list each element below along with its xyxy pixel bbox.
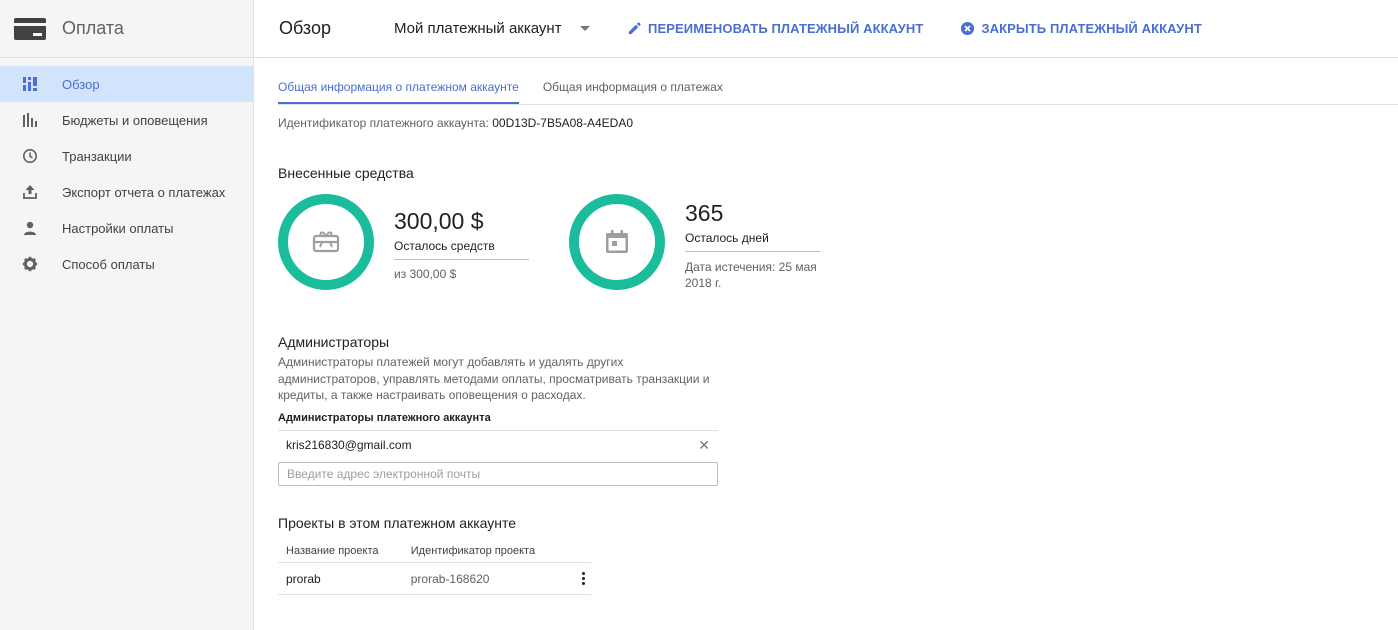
admin-email-row: kris216830@gmail.com ✕: [278, 429, 718, 460]
admin-email: kris216830@gmail.com: [286, 438, 412, 452]
column-header-actions: [567, 540, 591, 563]
column-header-project-name: Название проекта: [278, 540, 403, 563]
admins-title: Администраторы: [278, 334, 390, 350]
upload-icon: [22, 184, 38, 200]
top-bar: Обзор Мой платежный аккаунт ПЕРЕИМЕНОВАТ…: [254, 0, 1398, 58]
sidebar-item-export[interactable]: Экспорт отчета о платежах: [0, 174, 253, 210]
sidebar-item-label: Настройки оплаты: [62, 220, 174, 236]
credit-total: из 300,00 $: [394, 267, 457, 281]
app-title: Оплата: [62, 18, 124, 38]
sidebar-item-overview[interactable]: Обзор: [0, 66, 253, 102]
budget-chart-icon: [22, 112, 38, 128]
project-id: prorab-168620: [402, 562, 567, 595]
tab-payments-overview[interactable]: Общая информация о платежах: [543, 80, 723, 104]
page-title: Обзор: [279, 18, 331, 38]
account-select[interactable]: Мой платежный аккаунт: [394, 20, 627, 37]
credit-ring: [278, 194, 374, 290]
gift-card-icon: [312, 231, 340, 253]
sidebar-header: Оплата: [0, 0, 253, 58]
projects-table: Название проекта Идентификатор проекта p…: [278, 540, 591, 595]
person-icon: [22, 220, 38, 236]
table-header-row: Название проекта Идентификатор проекта: [278, 540, 591, 563]
expiry-date: Дата истечения: 25 мая 2018 г.: [685, 260, 817, 290]
account-select-value: Мой платежный аккаунт: [394, 20, 562, 37]
close-account-button[interactable]: ЗАКРЫТЬ ПЛАТЕЖНЫЙ АККАУНТ: [960, 21, 1202, 36]
tab-account-overview[interactable]: Общая информация о платежном аккаунте: [278, 80, 519, 104]
remove-admin-icon[interactable]: ✕: [698, 437, 710, 454]
admins-subtitle: Администраторы платежного аккаунта: [278, 411, 491, 424]
account-id-value: 00D13D-7B5A08-A4EDA0: [492, 116, 633, 130]
column-header-project-id: Идентификатор проекта: [402, 540, 567, 563]
add-admin-email-input[interactable]: [278, 461, 718, 486]
funds-row: 300,00 $ Осталось средств из 300,00 $ 36…: [278, 194, 1398, 291]
projects-title: Проекты в этом платежном аккаунте: [278, 514, 517, 531]
sidebar-item-label: Транзакции: [62, 148, 132, 164]
sidebar: Оплата Обзор Бюджеты и оповещения Транза…: [0, 0, 254, 630]
project-name: prorab: [278, 562, 403, 595]
days-value: 365: [685, 200, 724, 226]
credit-value: 300,00 $: [394, 208, 484, 234]
sidebar-item-label: Экспорт отчета о платежах: [62, 184, 226, 200]
dashboard-icon: [22, 76, 38, 92]
sidebar-item-transactions[interactable]: Транзакции: [0, 138, 253, 174]
account-id-row: Идентификатор платежного аккаунта: 00D13…: [278, 116, 1398, 130]
days-stat: 365 Осталось дней Дата истечения: 25 мая…: [685, 194, 820, 291]
days-ring: [569, 194, 665, 290]
credit-label: Осталось средств: [394, 239, 529, 260]
close-account-label: ЗАКРЫТЬ ПЛАТЕЖНЫЙ АККАУНТ: [981, 21, 1202, 36]
caret-down-icon: [579, 26, 590, 31]
sidebar-item-label: Обзор: [62, 76, 100, 92]
sidebar-item-label: Бюджеты и оповещения: [62, 112, 208, 128]
billing-card-icon: [14, 17, 46, 40]
clock-icon: [22, 148, 38, 164]
funds-title: Внесенные средства: [278, 165, 414, 181]
pencil-icon: [628, 22, 641, 35]
rename-account-label: ПЕРЕИМЕНОВАТЬ ПЛАТЕЖНЫЙ АККАУНТ: [648, 21, 924, 36]
sidebar-item-payment-settings[interactable]: Настройки оплаты: [0, 210, 253, 246]
admins-description: Администраторы платежей могут добавлять …: [278, 355, 710, 402]
sidebar-item-payment-method[interactable]: Способ оплаты: [0, 246, 253, 282]
days-label: Осталось дней: [685, 231, 820, 252]
rename-account-button[interactable]: ПЕРЕИМЕНОВАТЬ ПЛАТЕЖНЫЙ АККАУНТ: [627, 21, 923, 36]
calendar-icon: [606, 230, 628, 253]
tab-bar: Общая информация о платежном аккаунте Об…: [278, 58, 1398, 105]
account-id-label: Идентификатор платежного аккаунта:: [278, 116, 489, 130]
sidebar-item-label: Способ оплаты: [62, 256, 155, 272]
more-vert-icon[interactable]: [567, 562, 591, 595]
main-content: Общая информация о платежном аккаунте Об…: [278, 58, 1398, 595]
close-circle-icon: [961, 21, 975, 36]
table-row: prorab prorab-168620: [278, 562, 591, 595]
gear-icon: [22, 256, 38, 272]
sidebar-item-budgets[interactable]: Бюджеты и оповещения: [0, 102, 253, 138]
sidebar-nav: Обзор Бюджеты и оповещения Транзакции Эк…: [0, 58, 253, 282]
credit-stat: 300,00 $ Осталось средств из 300,00 $: [394, 194, 529, 291]
